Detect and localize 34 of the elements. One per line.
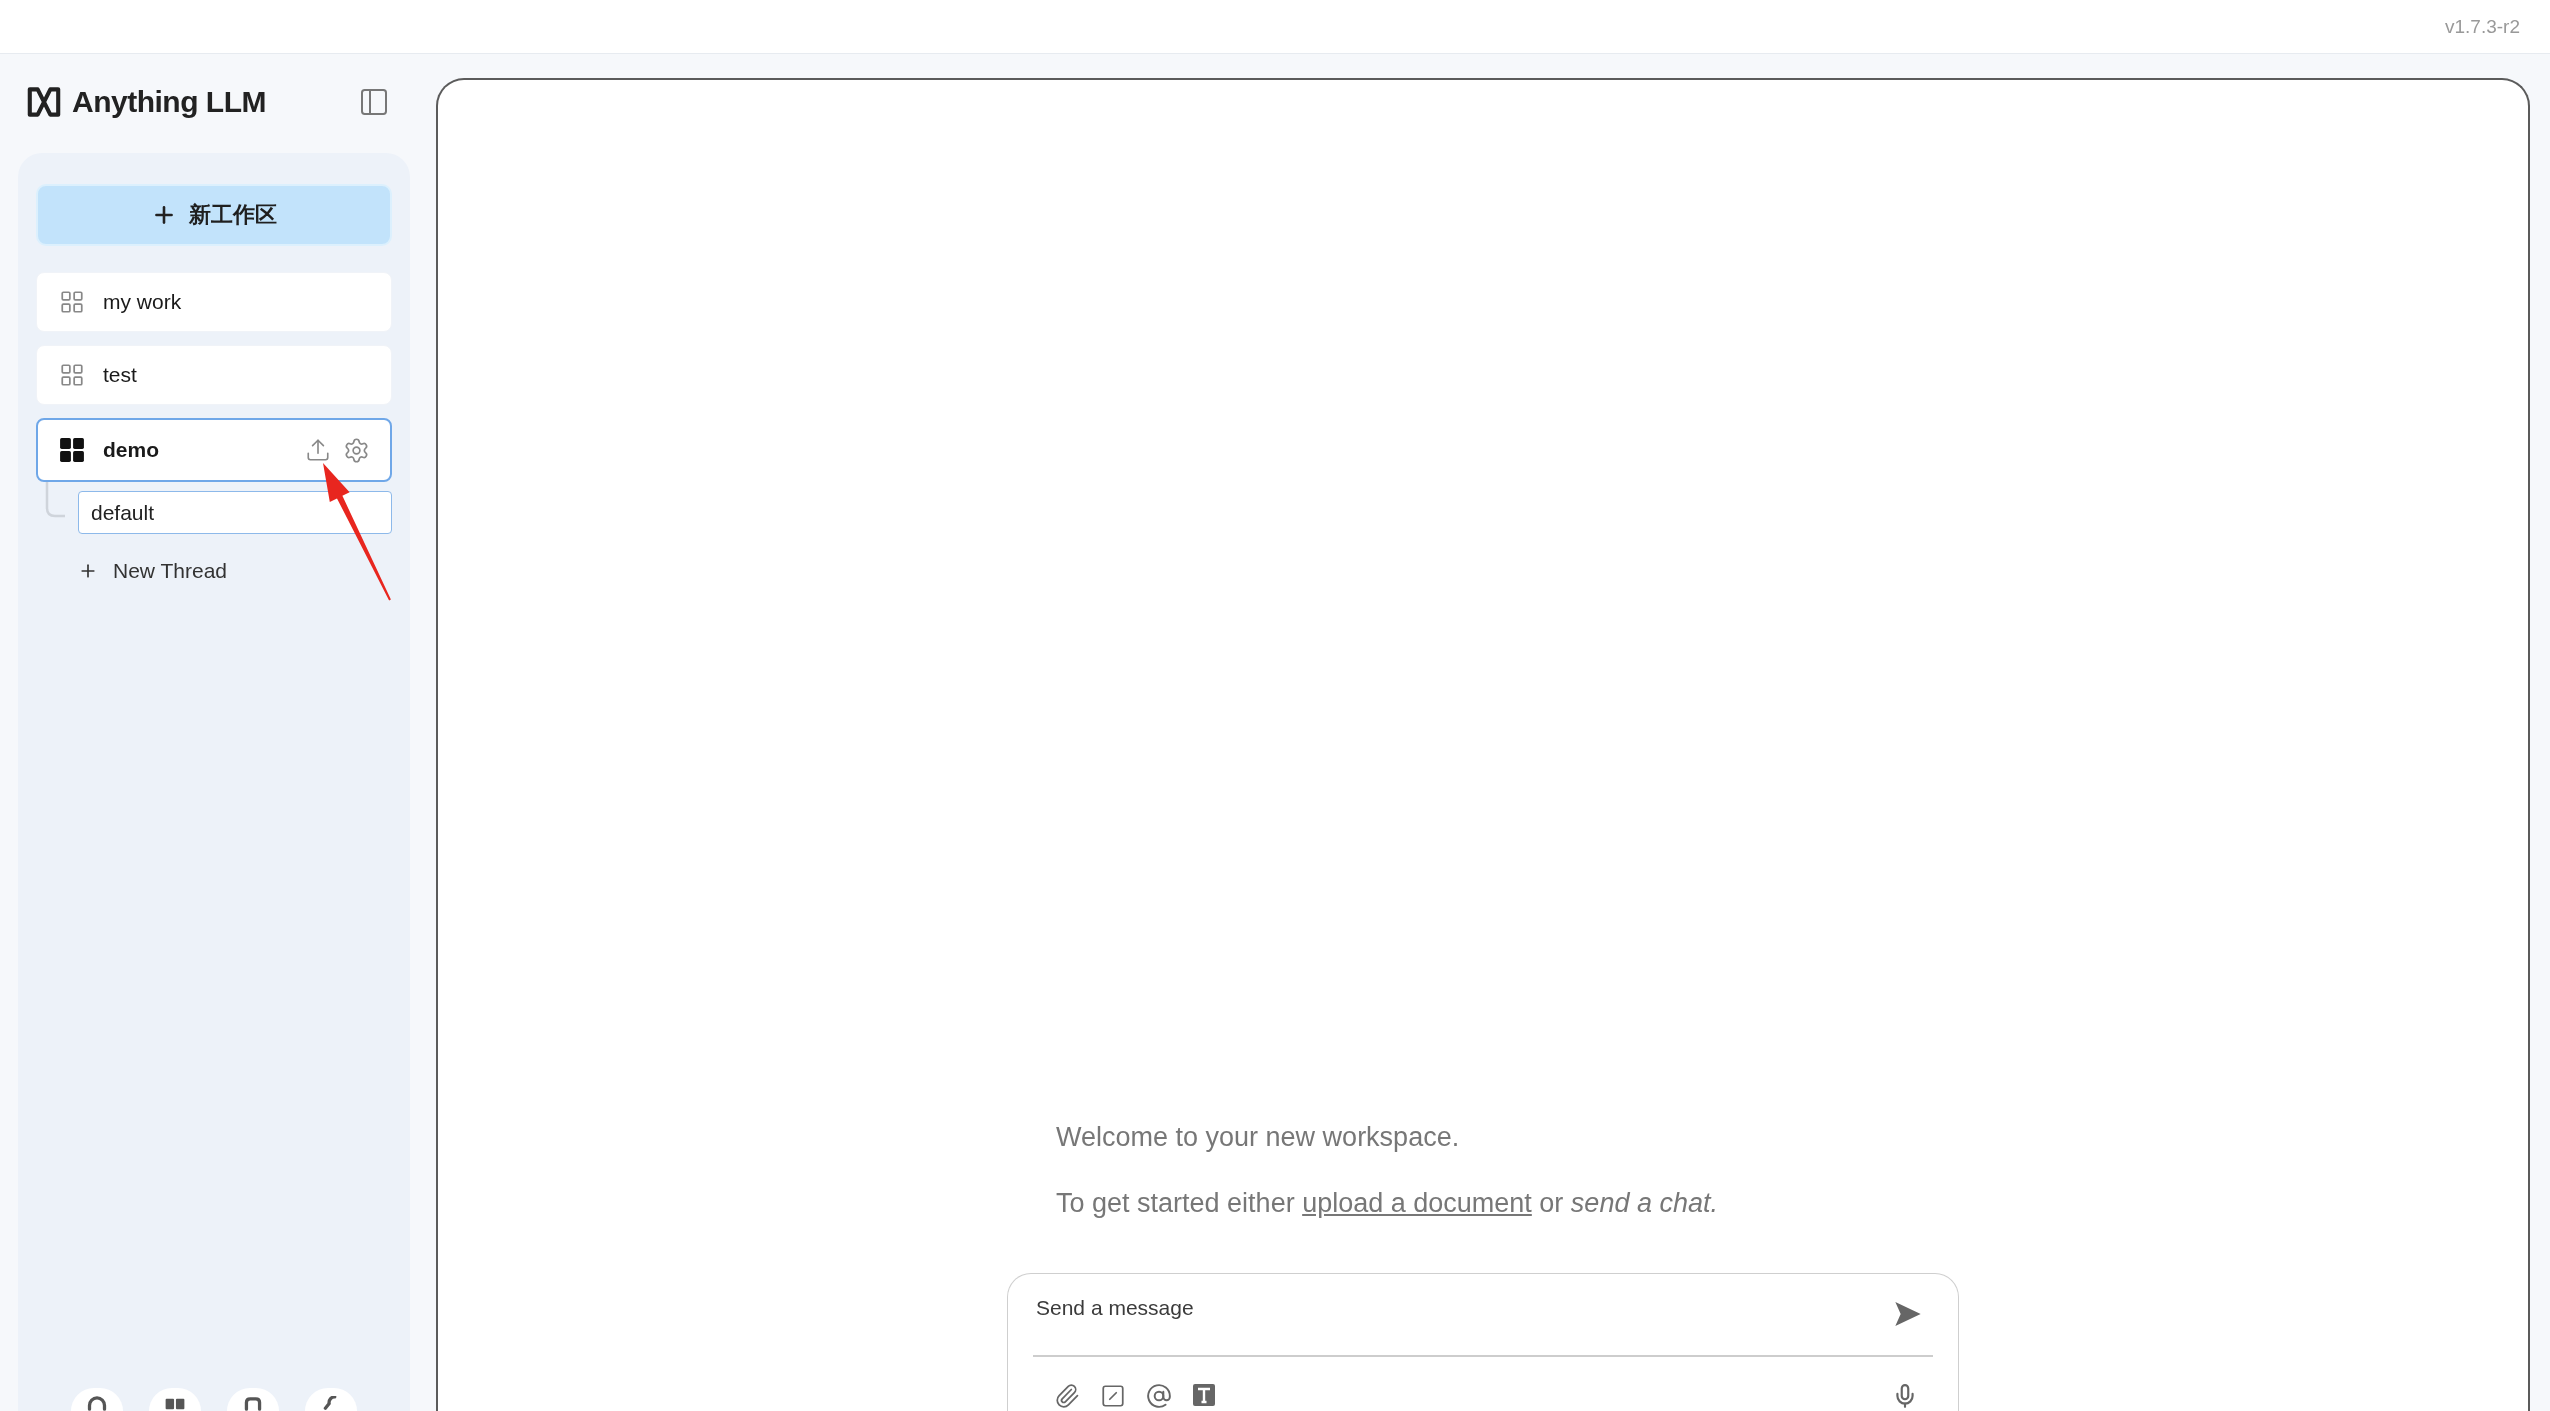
grid-icon <box>59 437 85 463</box>
arc-icon <box>86 1396 108 1411</box>
app-logo-text: Anything LLM <box>72 85 266 119</box>
grid-icon <box>59 362 85 388</box>
workspace-item[interactable]: demo <box>36 418 392 482</box>
book-icon <box>164 1396 186 1411</box>
new-workspace-button[interactable]: 新工作区 <box>36 184 392 246</box>
footer-button[interactable] <box>305 1388 357 1411</box>
message-input[interactable]: Send a message <box>1036 1292 1894 1326</box>
version-label: v1.7.3-r2 <box>2445 15 2520 38</box>
settings-icon[interactable] <box>343 436 370 464</box>
thread-item[interactable]: default <box>78 491 392 534</box>
welcome-text: Welcome to your new workspace. <box>1056 1121 1460 1154</box>
grid-icon <box>59 289 85 315</box>
upload-icon[interactable] <box>305 437 331 463</box>
new-thread-button[interactable]: New Thread <box>78 551 227 591</box>
panel-icon <box>358 86 390 118</box>
workspace-item[interactable]: test <box>36 345 392 405</box>
paperclip-icon[interactable] <box>1054 1383 1080 1409</box>
text-format-icon[interactable] <box>1192 1383 1216 1407</box>
send-icon <box>1894 1300 1922 1328</box>
footer-button[interactable] <box>227 1388 279 1411</box>
at-sign-icon[interactable] <box>1146 1383 1172 1409</box>
tree-connector-line <box>45 482 65 518</box>
logo-icon <box>26 87 62 117</box>
rounded-arch-icon <box>242 1396 264 1411</box>
footer-button[interactable] <box>149 1388 201 1411</box>
footer-button[interactable] <box>71 1388 123 1411</box>
send-button[interactable] <box>1894 1300 1922 1328</box>
workspace-item[interactable]: my work <box>36 272 392 332</box>
slash-command-icon[interactable] <box>1100 1383 1126 1409</box>
upload-document-link[interactable]: upload a document <box>1302 1188 1532 1218</box>
getting-started-text: To get started either upload a document or send a chat. <box>1056 1187 1718 1220</box>
sidebar-toggle-button[interactable] <box>358 86 390 118</box>
